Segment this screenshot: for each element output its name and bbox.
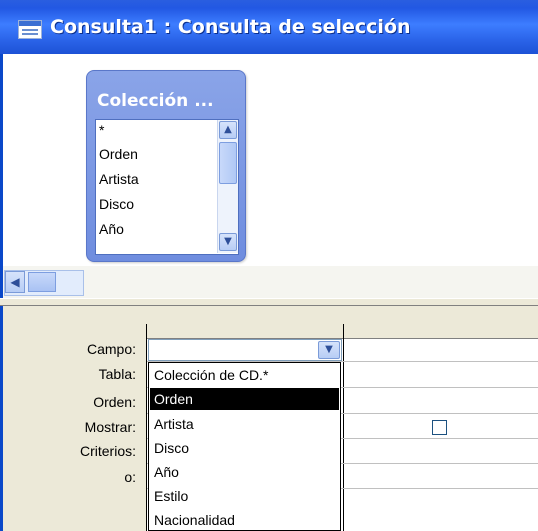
dropdown-option[interactable]: Artista (150, 413, 339, 435)
row-label-campo: Campo: (86, 341, 136, 357)
window-title: Consulta1 : Consulta de selección (50, 16, 411, 38)
dropdown-option[interactable]: Disco (150, 437, 339, 459)
scroll-thumb[interactable] (28, 272, 56, 292)
field-item[interactable]: Disco (99, 196, 134, 212)
row-label-mostrar: Mostrar: (84, 419, 136, 435)
arrow-left-icon[interactable]: ◀ (5, 271, 25, 293)
field-list-title[interactable]: Colección ... (97, 91, 214, 111)
dropdown-option[interactable]: Nacionalidad (150, 509, 339, 530)
row-label-o: o: (124, 469, 136, 485)
chevron-down-icon[interactable]: ▼ (318, 341, 340, 359)
row-label-criterios: Criterios: (79, 443, 136, 459)
dropdown-option[interactable]: Estilo (150, 485, 339, 507)
horizontal-scrollbar[interactable]: ◀ (4, 270, 84, 296)
dropdown-option-selected[interactable]: Orden (150, 388, 339, 410)
field-list-scrollbar[interactable]: ▲ ▼ (217, 120, 238, 253)
dropdown-option[interactable]: Año (150, 461, 339, 483)
arrow-down-icon[interactable]: ▼ (219, 233, 237, 251)
field-item[interactable]: Orden (99, 146, 138, 162)
field-list-window[interactable]: Colección ... * Orden Artista Disco Año … (86, 70, 246, 262)
field-item[interactable]: Artista (99, 171, 139, 187)
field-item[interactable]: * (99, 122, 104, 138)
row-label-orden: Orden: (93, 394, 136, 410)
arrow-up-icon[interactable]: ▲ (219, 121, 237, 139)
table-design-area[interactable] (0, 54, 538, 266)
row-label-tabla: Tabla: (98, 366, 136, 382)
column-separator (343, 324, 344, 531)
query-window-icon[interactable] (18, 20, 42, 39)
dropdown-option[interactable]: Colección de CD.* (150, 364, 339, 386)
title-bar[interactable]: Consulta1 : Consulta de selección (0, 0, 538, 54)
mostrar-checkbox[interactable] (432, 420, 447, 435)
query-window: Consulta1 : Consulta de selección Colecc… (0, 0, 538, 531)
campo-field-combo[interactable]: ▼ (148, 339, 342, 361)
field-list[interactable]: * Orden Artista Disco Año ▲ ▼ (95, 119, 239, 255)
pane-splitter[interactable] (0, 298, 538, 306)
campo-dropdown-list[interactable]: Colección de CD.* Orden Artista Disco Añ… (148, 362, 341, 531)
scroll-thumb[interactable] (219, 142, 237, 184)
field-item[interactable]: Año (99, 221, 124, 237)
